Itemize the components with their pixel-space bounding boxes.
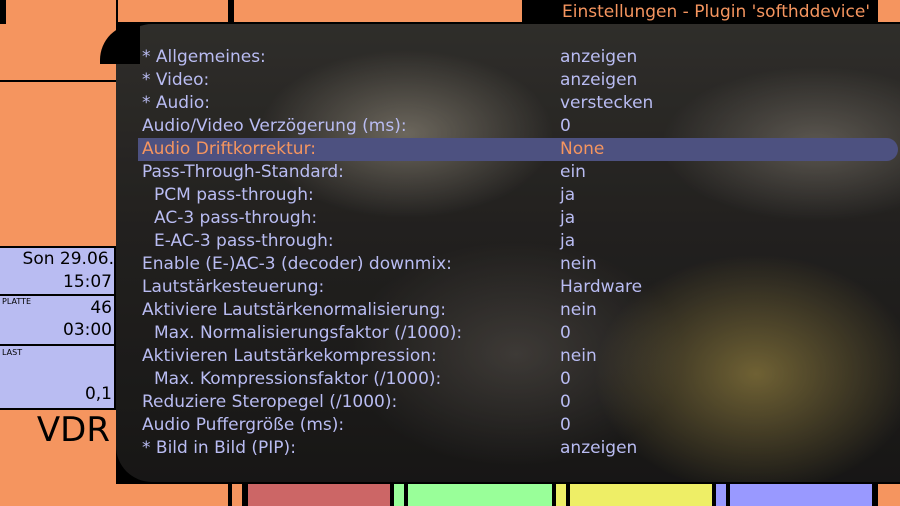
menu-item[interactable]: E-AC-3 pass-through: ja [138, 230, 898, 253]
menu-item-value: ja [560, 185, 576, 205]
menu-item-value: verstecken [560, 93, 654, 113]
menu-item[interactable]: Audio/Video Verzögerung (ms): 0 [138, 115, 898, 138]
menu-item-value: ein [560, 162, 586, 182]
red-button[interactable] [248, 484, 390, 506]
menu-item-value: 0 [560, 116, 571, 136]
frame-top-left-tab [0, 0, 6, 24]
disk-value: 46 [90, 298, 112, 318]
menu-item-label: Audio Puffergröße (ms): [142, 415, 345, 435]
frame-bottom-divider [232, 484, 242, 506]
menu-item-label: PCM pass-through: [154, 185, 314, 205]
yellow-button[interactable] [570, 484, 712, 506]
yellow-button-cap [556, 484, 566, 506]
disk-label: PLATTE [2, 297, 32, 306]
menu-item[interactable]: * Audio: verstecken [138, 92, 898, 115]
menu-item-value: 0 [560, 369, 571, 389]
menu-item-value: None [560, 139, 605, 159]
menu-item[interactable]: Audio Puffergröße (ms): 0 [138, 414, 898, 437]
menu-item-value: nein [560, 346, 597, 366]
menu-item[interactable]: * Allgemeines: anzeigen [138, 46, 898, 69]
menu-item[interactable]: Max. Kompressionsfaktor (/1000): 0 [138, 368, 898, 391]
menu-item-label: * Audio: [142, 93, 210, 113]
load-value: 0,1 [84, 384, 112, 404]
menu-item-value: 0 [560, 323, 571, 343]
menu-item[interactable]: Lautstärkesteuerung: Hardware [138, 276, 898, 299]
menu-item-label: Reduziere Steropegel (/1000): [142, 392, 398, 412]
frame-top-left-corner [0, 0, 116, 80]
frame-bottom-end-cap [878, 484, 900, 506]
green-button[interactable] [408, 484, 552, 506]
menu-item-label: Audio Driftkorrektur: [142, 139, 316, 159]
load-label: LAST [2, 348, 23, 357]
menu-item-label: Enable (E-)AC-3 (decoder) downmix: [142, 254, 452, 274]
menu-item-label: Aktiviere Lautstärkenormalisierung: [142, 300, 446, 320]
menu-item-value: anzeigen [560, 438, 638, 458]
frame-top-segment [118, 0, 228, 22]
menu-item[interactable]: Aktivieren Lautstärkekompression: nein [138, 345, 898, 368]
page-title: Einstellungen - Plugin 'softhddevice' [556, 0, 874, 24]
menu-item-label: * Video: [142, 70, 210, 90]
frame-bottom-segment [116, 484, 228, 506]
menu-item[interactable]: PCM pass-through: ja [138, 184, 898, 207]
menu-item-value: nein [560, 254, 597, 274]
menu-item[interactable]: AC-3 pass-through: ja [138, 207, 898, 230]
menu-item[interactable]: Reduziere Steropegel (/1000): 0 [138, 391, 898, 414]
menu-item-label: Max. Kompressionsfaktor (/1000): [154, 369, 442, 389]
date-text: Son 29.06. [22, 249, 114, 269]
menu-item[interactable]: Enable (E-)AC-3 (decoder) downmix: nein [138, 253, 898, 276]
menu-item-value: nein [560, 300, 597, 320]
time-text: 15:07 [63, 272, 112, 292]
disk-time: 03:00 [63, 320, 112, 340]
frame-top-segment [234, 0, 522, 22]
menu-item-value: Hardware [560, 277, 643, 297]
menu-item-selected[interactable]: Audio Driftkorrektur: None [138, 138, 898, 161]
blue-button[interactable] [730, 484, 872, 506]
menu-item-label: Aktivieren Lautstärkekompression: [142, 346, 437, 366]
blue-button-cap [716, 484, 726, 506]
menu-item-label: Lautstärkesteuerung: [142, 277, 325, 297]
green-button-cap [394, 484, 404, 506]
frame-left-segment [0, 82, 116, 246]
menu-item-value: 0 [560, 392, 571, 412]
menu-item-value: 0 [560, 415, 571, 435]
menu-item-label: * Allgemeines: [142, 47, 266, 67]
menu-item-value: ja [560, 208, 576, 228]
menu-item[interactable]: Aktiviere Lautstärkenormalisierung: nein [138, 299, 898, 322]
vdr-logo: VDR [36, 410, 110, 450]
settings-menu: * Allgemeines: anzeigen * Video: anzeigen … [138, 46, 898, 460]
menu-item-label: AC-3 pass-through: [154, 208, 318, 228]
menu-item[interactable]: * Video: anzeigen [138, 69, 898, 92]
menu-item-label: * Bild in Bild (PIP): [142, 438, 296, 458]
menu-item-value: ja [560, 231, 576, 251]
menu-item-label: E-AC-3 pass-through: [154, 231, 334, 251]
menu-item-label: Pass-Through-Standard: [142, 162, 344, 182]
frame-bottom-inner-curve [100, 448, 140, 482]
menu-item[interactable]: Max. Normalisierungsfaktor (/1000): 0 [138, 322, 898, 345]
menu-item[interactable]: Pass-Through-Standard: ein [138, 161, 898, 184]
menu-item-label: Max. Normalisierungsfaktor (/1000): [154, 323, 463, 343]
frame-top-end-cap [878, 0, 900, 22]
menu-item[interactable]: * Bild in Bild (PIP): anzeigen [138, 437, 898, 460]
menu-item-label: Audio/Video Verzögerung (ms): [142, 116, 407, 136]
menu-item-value: anzeigen [560, 47, 638, 67]
menu-item-value: anzeigen [560, 70, 638, 90]
